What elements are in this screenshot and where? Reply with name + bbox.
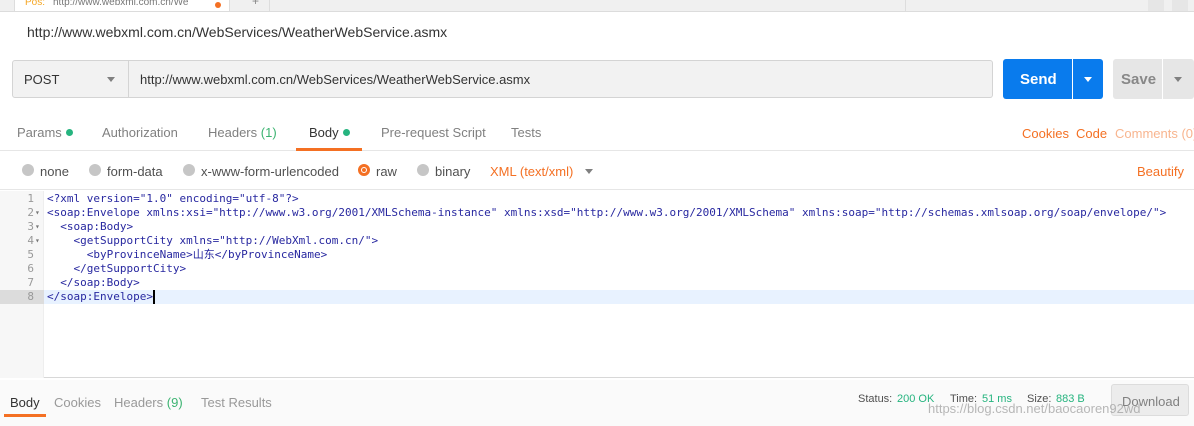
chevron-down-icon bbox=[1084, 77, 1092, 82]
tab-params[interactable]: Params bbox=[17, 125, 73, 140]
indicator-dot-icon bbox=[65, 129, 73, 136]
radio-raw-label[interactable]: raw bbox=[376, 164, 397, 179]
unsaved-dot-icon bbox=[215, 2, 221, 8]
body-type-row: none form-data x-www-form-urlencoded raw… bbox=[0, 152, 1194, 190]
response-tab-cookies[interactable]: Cookies bbox=[54, 395, 101, 410]
tab-headers[interactable]: Headers (1) bbox=[208, 125, 277, 140]
url-value: http://www.webxml.com.cn/WebServices/Wea… bbox=[140, 72, 531, 87]
save-label: Save bbox=[1121, 71, 1157, 88]
status-label: Status: bbox=[858, 393, 893, 405]
radio-binary-label[interactable]: binary bbox=[435, 164, 470, 179]
new-tab-button[interactable]: + bbox=[240, 0, 270, 11]
tab-method: Pos: bbox=[25, 0, 46, 8]
line-number: 2 bbox=[27, 206, 34, 219]
response-tab-headers[interactable]: Headers (9) bbox=[114, 395, 183, 410]
tab-strip: Pos: http://www.webxml.com.cn/We + bbox=[0, 0, 1194, 12]
tab-url: http://www.webxml.com.cn/We bbox=[53, 0, 189, 8]
settings-icon[interactable] bbox=[1172, 0, 1188, 11]
fold-arrow-icon[interactable]: ▾ bbox=[35, 206, 40, 220]
request-tab[interactable]: Pos: http://www.webxml.com.cn/We bbox=[14, 0, 230, 11]
send-label: Send bbox=[1020, 71, 1057, 88]
response-tab-headers-label: Headers bbox=[114, 395, 164, 410]
tab-tests[interactable]: Tests bbox=[511, 125, 541, 140]
code-line: </soap:Envelope> bbox=[47, 290, 153, 303]
save-button[interactable]: Save bbox=[1113, 59, 1162, 99]
radio-raw[interactable] bbox=[358, 164, 370, 176]
response-bar: Body Cookies Headers (9) Test Results St… bbox=[0, 380, 1194, 426]
line-number: 1 bbox=[27, 192, 34, 205]
radio-none-label[interactable]: none bbox=[40, 164, 69, 179]
plus-icon: + bbox=[252, 0, 260, 8]
method-select[interactable]: POST bbox=[12, 60, 129, 98]
code-line: <?xml version="1.0" encoding="utf-8"?> bbox=[47, 192, 299, 205]
code-line: <soap:Body> bbox=[47, 220, 134, 233]
cookies-link[interactable]: Cookies bbox=[1022, 126, 1069, 141]
code-line: <byProvinceName>山东</byProvinceName> bbox=[47, 248, 328, 261]
radio-form-data[interactable] bbox=[89, 164, 101, 176]
response-tab-test-results[interactable]: Test Results bbox=[201, 395, 272, 410]
fold-arrow-icon[interactable]: ▾ bbox=[35, 234, 40, 248]
headers-count: (1) bbox=[260, 125, 277, 140]
radio-form-data-label[interactable]: form-data bbox=[107, 164, 163, 179]
send-button[interactable]: Send bbox=[1003, 59, 1072, 99]
active-line-highlight bbox=[0, 290, 1194, 304]
response-tab-body[interactable]: Body bbox=[10, 395, 40, 410]
code-line: </soap:Body> bbox=[47, 276, 140, 289]
fold-arrow-icon[interactable]: ▾ bbox=[35, 220, 40, 234]
radio-urlencoded[interactable] bbox=[183, 164, 195, 176]
text-cursor bbox=[153, 290, 155, 304]
line-number: 6 bbox=[27, 262, 34, 275]
radio-urlencoded-label[interactable]: x-www-form-urlencoded bbox=[201, 164, 339, 179]
tab-authorization[interactable]: Authorization bbox=[102, 125, 178, 140]
code-line: <getSupportCity xmlns="http://WebXml.com… bbox=[47, 234, 379, 247]
url-input[interactable]: http://www.webxml.com.cn/WebServices/Wea… bbox=[129, 60, 993, 98]
indicator-dot-icon bbox=[342, 129, 350, 136]
eye-icon[interactable] bbox=[1148, 0, 1164, 11]
code-editor[interactable]: 1 2 3 4 5 6 7 8 ▾ ▾ ▾ <?xml version="1.0… bbox=[0, 191, 1194, 378]
tab-prerequest-script[interactable]: Pre-request Script bbox=[381, 125, 486, 140]
active-tab-underline bbox=[296, 148, 362, 151]
content-type-select[interactable]: XML (text/xml) bbox=[490, 164, 573, 179]
response-headers-count: (9) bbox=[166, 395, 183, 410]
watermark: https://blog.csdn.net/baocaoren92wd bbox=[928, 401, 1141, 416]
code-line: </getSupportCity> bbox=[47, 262, 187, 275]
tab-headers-label: Headers bbox=[208, 125, 258, 140]
save-options-button[interactable] bbox=[1163, 59, 1194, 99]
environment-selector[interactable] bbox=[905, 0, 1141, 11]
radio-none[interactable] bbox=[22, 164, 34, 176]
active-tab-underline bbox=[4, 414, 46, 417]
tab-params-label: Params bbox=[17, 125, 62, 140]
line-number: 4 bbox=[27, 234, 34, 247]
beautify-link[interactable]: Beautify bbox=[1137, 164, 1184, 179]
tab-body[interactable]: Body bbox=[309, 125, 350, 140]
code-line: <soap:Envelope xmlns:xsi="http://www.w3.… bbox=[47, 206, 1167, 219]
line-number: 8 bbox=[27, 290, 34, 303]
code-link[interactable]: Code bbox=[1076, 126, 1107, 141]
request-tabs: Params Authorization Headers (1) Body Pr… bbox=[0, 113, 1194, 151]
chevron-down-icon[interactable] bbox=[585, 169, 593, 174]
chevron-down-icon bbox=[107, 77, 115, 82]
send-options-button[interactable] bbox=[1073, 59, 1103, 99]
method-label: POST bbox=[24, 72, 60, 87]
request-title: http://www.webxml.com.cn/WebServices/Wea… bbox=[27, 24, 448, 40]
radio-binary[interactable] bbox=[417, 164, 429, 176]
comments-link[interactable]: Comments (0) bbox=[1115, 126, 1194, 141]
tab-body-label: Body bbox=[309, 125, 339, 140]
line-number: 7 bbox=[27, 276, 34, 289]
line-number: 5 bbox=[27, 248, 34, 261]
line-number: 3 bbox=[27, 220, 34, 233]
chevron-down-icon bbox=[1174, 77, 1182, 82]
